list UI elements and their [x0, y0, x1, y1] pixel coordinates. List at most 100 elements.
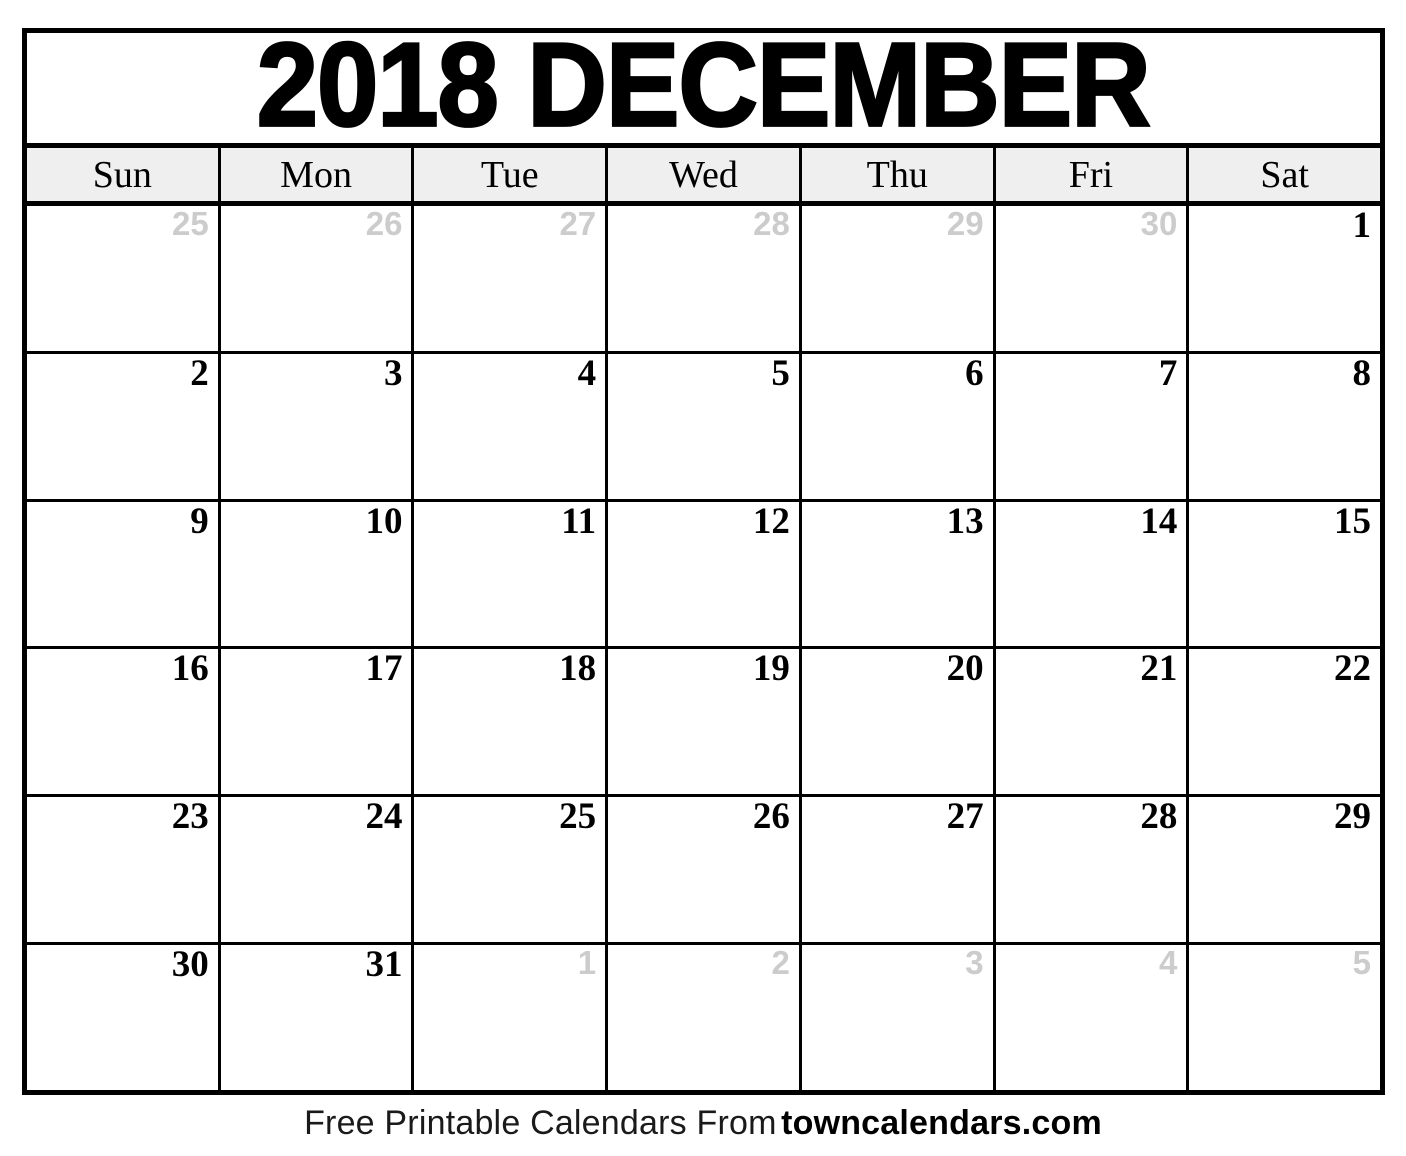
calendar-day-cell[interactable]: 5 — [608, 353, 802, 499]
calendar-day-cell[interactable]: 9 — [27, 501, 221, 647]
day-number: 2 — [771, 945, 790, 982]
calendar-day-cell[interactable]: 5 — [1189, 945, 1381, 1090]
calendar-frame: 2018 DECEMBER Sun Mon Tue Wed Thu Fri Sat 25 26… — [22, 28, 1385, 1095]
day-number: 25 — [172, 206, 209, 242]
day-number: 26 — [365, 206, 403, 242]
calendar-day-cell[interactable]: 12 — [608, 501, 802, 647]
calendar-day-cell[interactable]: 24 — [220, 797, 415, 943]
day-number: 20 — [946, 649, 984, 690]
day-number: 19 — [752, 649, 790, 690]
calendar-day-cell[interactable]: 10 — [220, 501, 415, 647]
page-title: 2018 DECEMBER — [256, 33, 1153, 148]
calendar-day-cell[interactable]: 27 — [801, 797, 996, 943]
calendar-week-row: 30 31 1 2 3 4 5 — [27, 945, 1381, 1090]
calendar-day-cell[interactable]: 30 — [995, 206, 1190, 351]
calendar-week-row: 16 17 18 19 20 21 22 — [27, 649, 1381, 798]
weekday-label: Fri — [1068, 153, 1114, 196]
day-number: 31 — [365, 945, 403, 986]
day-number: 24 — [365, 797, 403, 838]
day-number: 2 — [190, 353, 209, 394]
weekday-header-cell: Wed — [608, 148, 802, 201]
calendar-day-cell[interactable]: 29 — [801, 206, 996, 351]
calendar-day-cell[interactable]: 14 — [995, 501, 1190, 647]
calendar-day-cell[interactable]: 21 — [995, 649, 1190, 795]
weekday-label: Tue — [480, 153, 539, 196]
calendar-day-cell[interactable]: 4 — [995, 945, 1190, 1090]
weekday-label: Mon — [280, 153, 352, 196]
calendar-day-cell[interactable]: 15 — [1189, 501, 1381, 647]
day-number: 29 — [946, 206, 984, 242]
calendar-day-cell[interactable]: 17 — [220, 649, 415, 795]
calendar-day-cell[interactable]: 28 — [608, 206, 802, 351]
day-number: 21 — [1140, 649, 1178, 690]
day-number: 23 — [171, 797, 209, 838]
day-number: 6 — [965, 353, 984, 394]
day-number: 18 — [559, 649, 597, 690]
day-number: 12 — [752, 501, 790, 542]
day-number: 28 — [753, 206, 790, 242]
calendar-day-cell[interactable]: 19 — [608, 649, 802, 795]
footer-website-link[interactable]: towncalendars.com — [781, 1104, 1102, 1142]
calendar-day-cell[interactable]: 4 — [414, 353, 609, 499]
calendar-day-cell[interactable]: 28 — [995, 797, 1190, 943]
footer-label: Free Printable Calendars From — [304, 1104, 777, 1142]
day-number: 1 — [577, 945, 597, 982]
calendar-day-cell[interactable]: 23 — [27, 797, 221, 943]
calendar-week-grid: 25 26 27 28 29 30 1 2 3 4 5 6 7 8 9 10 11 12 13 14 15 16 17 18 1… — [27, 206, 1381, 1090]
calendar-day-cell[interactable]: 31 — [220, 945, 415, 1090]
day-number: 10 — [365, 501, 403, 542]
calendar-day-cell[interactable]: 22 — [1189, 649, 1381, 795]
calendar-day-cell[interactable]: 1 — [414, 945, 609, 1090]
day-number: 25 — [559, 797, 597, 838]
calendar-day-cell[interactable]: 29 — [1189, 797, 1381, 943]
weekday-header-cell: Tue — [414, 148, 609, 201]
calendar-day-cell[interactable]: 2 — [608, 945, 802, 1090]
footer: Free Printable Calendars From towncalend… — [0, 1104, 1406, 1143]
weekday-label: Sun — [92, 153, 152, 196]
weekday-header-cell: Fri — [995, 148, 1190, 201]
calendar-day-cell[interactable]: 26 — [220, 206, 415, 351]
calendar-day-cell[interactable]: 25 — [27, 206, 221, 351]
calendar-day-cell[interactable]: 18 — [414, 649, 609, 795]
day-number: 30 — [1140, 206, 1178, 242]
weekday-label: Wed — [669, 153, 738, 196]
calendar-week-row: 23 24 25 26 27 28 29 — [27, 797, 1381, 946]
day-number: 22 — [1334, 649, 1372, 690]
weekday-label: Sat — [1260, 153, 1309, 196]
day-number: 1 — [1352, 206, 1372, 246]
day-number: 5 — [771, 353, 790, 394]
day-number: 30 — [171, 945, 209, 986]
calendar-day-cell[interactable]: 20 — [801, 649, 996, 795]
calendar-day-cell[interactable]: 3 — [220, 353, 415, 499]
calendar-day-cell[interactable]: 3 — [801, 945, 996, 1090]
calendar-day-cell[interactable]: 27 — [414, 206, 609, 351]
calendar-day-cell[interactable]: 26 — [608, 797, 802, 943]
calendar-day-cell[interactable]: 16 — [27, 649, 221, 795]
day-number: 16 — [171, 649, 209, 690]
calendar-day-cell[interactable]: 25 — [414, 797, 609, 943]
day-number: 3 — [965, 945, 984, 982]
calendar-day-cell[interactable]: 1 — [1189, 206, 1381, 351]
weekday-label: Thu — [866, 153, 928, 196]
day-number: 11 — [561, 501, 597, 542]
day-number: 17 — [365, 649, 403, 690]
calendar-title-band: 2018 DECEMBER — [27, 33, 1380, 148]
calendar-day-cell[interactable]: 2 — [27, 353, 221, 499]
day-number: 27 — [946, 797, 984, 838]
day-number: 15 — [1334, 501, 1372, 542]
calendar-day-cell[interactable]: 30 — [27, 945, 221, 1090]
calendar-week-row: 25 26 27 28 29 30 1 — [27, 206, 1381, 354]
day-number: 4 — [577, 353, 597, 394]
day-number: 14 — [1140, 501, 1178, 542]
day-number: 13 — [946, 501, 984, 542]
calendar-day-cell[interactable]: 13 — [801, 501, 996, 647]
day-number: 28 — [1140, 797, 1178, 838]
calendar-day-cell[interactable]: 11 — [414, 501, 609, 647]
calendar-day-cell[interactable]: 7 — [995, 353, 1190, 499]
calendar-day-cell[interactable]: 6 — [801, 353, 996, 499]
day-number: 8 — [1352, 353, 1372, 394]
calendar-day-cell[interactable]: 8 — [1189, 353, 1381, 499]
day-number: 7 — [1158, 353, 1178, 394]
weekday-header-row: Sun Mon Tue Wed Thu Fri Sat — [27, 148, 1381, 206]
day-number: 5 — [1352, 945, 1372, 982]
